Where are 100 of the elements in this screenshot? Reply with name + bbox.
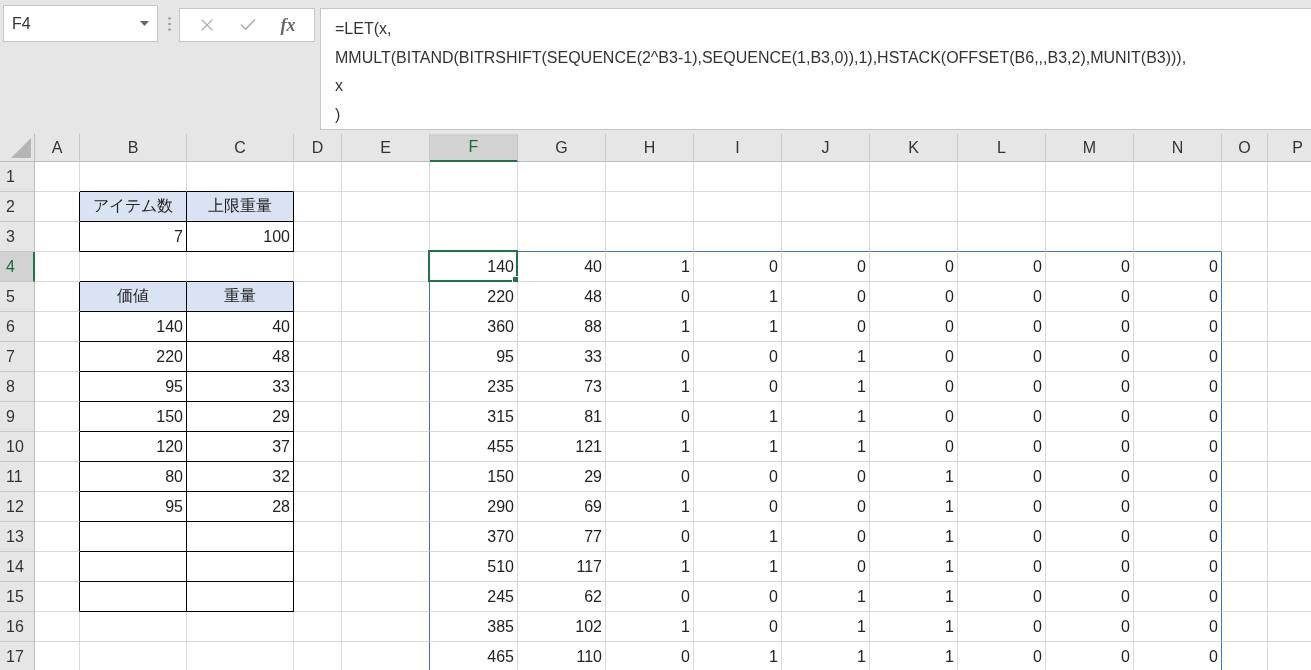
table-cell: 1 [606, 552, 694, 582]
table-cell: 1 [606, 612, 694, 642]
table-cell: 0 [782, 522, 870, 552]
table-cell: 245 [430, 582, 518, 612]
row-header[interactable]: 3 [0, 222, 35, 252]
table-cell: 0 [870, 342, 958, 372]
insert-function-button[interactable]: fx [278, 14, 298, 36]
column-header[interactable]: A [35, 134, 80, 162]
table-cell: 0 [958, 432, 1046, 462]
table-cell: 150 [430, 462, 518, 492]
column-header[interactable]: H [606, 134, 694, 162]
column-header[interactable]: P [1268, 134, 1311, 162]
row-header[interactable]: 8 [0, 372, 35, 402]
column-header[interactable]: D [294, 134, 342, 162]
name-box-value: F4 [12, 14, 31, 33]
table-cell: 32 [187, 462, 294, 492]
table-cell: 1 [782, 582, 870, 612]
column-header[interactable]: J [782, 134, 870, 162]
table-cell: 0 [606, 342, 694, 372]
table-cell: 0 [958, 372, 1046, 402]
table-cell: 0 [1046, 582, 1134, 612]
column-header[interactable]: F [430, 134, 518, 162]
formula-field[interactable]: =LET(x, MMULT(BITAND(BITRSHIFT(SEQUENCE(2^B3-1),SEQUENCE(1,B3,0)),1),HSTACK(OFFSET(B6,,,B3,2),MUNIT(B3))), x ) [320, 8, 1311, 130]
row-header[interactable]: 14 [0, 552, 35, 582]
table-cell: 0 [694, 492, 782, 522]
table-cell: 0 [606, 582, 694, 612]
formula-line: MMULT(BITAND(BITRSHIFT(SEQUENCE(2^B3-1),SEQUENCE(1,B3,0)),1),HSTACK(OFFSET(B6,,,B3,2),MUNIT(B3))), [335, 47, 1188, 68]
table-cell: 360 [430, 312, 518, 342]
table-cell: 0 [958, 282, 1046, 312]
table-cell: 95 [430, 342, 518, 372]
table-cell: 33 [518, 342, 606, 372]
column-header[interactable]: L [958, 134, 1046, 162]
row-header[interactable]: 15 [0, 582, 35, 612]
table-cell: 0 [1134, 432, 1222, 462]
column-header[interactable]: B [80, 134, 187, 162]
row-header[interactable]: 2 [0, 192, 35, 222]
formula-line: =LET(x, [335, 19, 393, 39]
column-header[interactable]: K [870, 134, 958, 162]
header-cell: 重量 [187, 282, 294, 312]
table-cell: 0 [958, 552, 1046, 582]
table-cell: 0 [958, 522, 1046, 552]
table-cell: 1 [782, 342, 870, 372]
table-cell: 33 [187, 372, 294, 402]
table-cell: 0 [1134, 492, 1222, 522]
table-cell: 1 [694, 282, 782, 312]
table-cell: 0 [606, 522, 694, 552]
column-header[interactable]: O [1222, 134, 1268, 162]
table-cell: 48 [518, 282, 606, 312]
table-cell: 0 [1046, 402, 1134, 432]
table-cell: 0 [1046, 252, 1134, 282]
table-cell: 0 [606, 462, 694, 492]
table-cell: 510 [430, 552, 518, 582]
table-cell: 40 [518, 252, 606, 282]
row-header[interactable]: 5 [0, 282, 35, 312]
table-cell: 370 [430, 522, 518, 552]
table-cell: 1 [782, 402, 870, 432]
row-header[interactable]: 12 [0, 492, 35, 522]
column-header[interactable]: M [1046, 134, 1134, 162]
column-header[interactable]: C [187, 134, 294, 162]
table-cell: 315 [430, 402, 518, 432]
select-all-icon[interactable] [11, 138, 31, 158]
table-cell: 1 [782, 612, 870, 642]
row-header[interactable]: 4 [0, 252, 35, 282]
table-cell: 140 [430, 252, 518, 282]
table-cell: 0 [1046, 612, 1134, 642]
row-header[interactable]: 17 [0, 642, 35, 670]
table-cell: 0 [694, 252, 782, 282]
table-cell: 0 [1046, 432, 1134, 462]
table-cell: 0 [1134, 582, 1222, 612]
table-cell: 0 [782, 492, 870, 522]
row-header[interactable]: 16 [0, 612, 35, 642]
name-box[interactable]: F4 [3, 5, 158, 42]
row-header[interactable]: 10 [0, 432, 35, 462]
table-cell: 0 [1134, 342, 1222, 372]
table-cell: 0 [1134, 312, 1222, 342]
table-cell: 0 [870, 432, 958, 462]
table-cell: 0 [1046, 552, 1134, 582]
table-cell: 1 [870, 552, 958, 582]
table-cell: 0 [1134, 402, 1222, 432]
table-cell: 0 [1046, 282, 1134, 312]
column-header[interactable]: I [694, 134, 782, 162]
table-cell: 28 [187, 492, 294, 522]
row-header[interactable]: 1 [0, 162, 35, 192]
table-cell: 0 [782, 252, 870, 282]
table-cell: 0 [1134, 252, 1222, 282]
column-header[interactable]: N [1134, 134, 1222, 162]
row-header[interactable]: 9 [0, 402, 35, 432]
table-cell: 0 [782, 282, 870, 312]
table-cell: 0 [1134, 552, 1222, 582]
dropdown-caret-icon [140, 21, 149, 26]
table-cell: 88 [518, 312, 606, 342]
table-cell: 1 [870, 582, 958, 612]
table-cell: 73 [518, 372, 606, 402]
row-header[interactable]: 6 [0, 312, 35, 342]
column-header[interactable]: G [518, 134, 606, 162]
column-header[interactable]: E [342, 134, 430, 162]
table-cell: 95 [80, 492, 187, 522]
row-header[interactable]: 11 [0, 462, 35, 492]
row-header[interactable]: 7 [0, 342, 35, 372]
row-header[interactable]: 13 [0, 522, 35, 552]
